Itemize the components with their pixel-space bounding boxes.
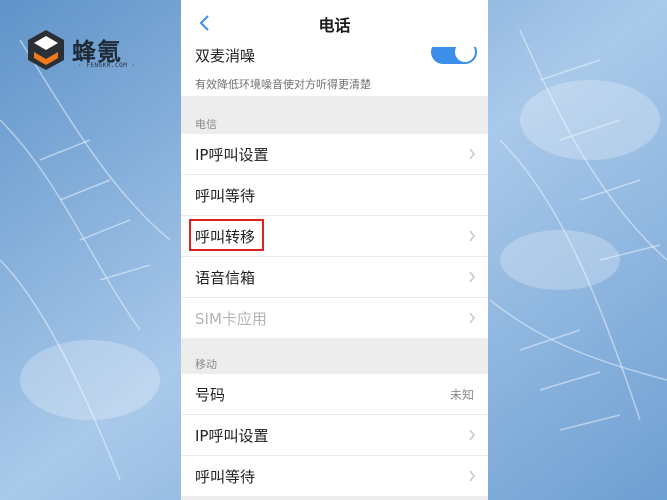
list-item-ip-call-settings[interactable]: IP呼叫设置 xyxy=(181,134,488,175)
page-title-overlay: 电话 xyxy=(318,16,351,35)
mobile-card: 号码 未知 IP呼叫设置 呼叫等待 xyxy=(181,374,488,497)
dual-mic-description: 有效降低环境噪音使对方听得更清楚 xyxy=(195,78,371,91)
section-label-mobile: 移动 xyxy=(195,358,217,371)
dual-mic-label: 双麦消噪 xyxy=(195,47,256,65)
chevron-right-icon xyxy=(469,312,475,324)
list-item-call-waiting-mobile[interactable]: 呼叫等待 xyxy=(181,456,488,497)
row-label: 呼叫等待 xyxy=(195,187,256,205)
chevron-right-icon xyxy=(469,148,475,160)
list-item-call-waiting[interactable]: 呼叫等待 xyxy=(181,175,488,216)
row-value: 未知 xyxy=(449,388,474,402)
list-item-call-forwarding[interactable]: 呼叫转移 xyxy=(181,216,488,257)
row-label: SIM卡应用 xyxy=(195,310,267,328)
chevron-right-icon xyxy=(469,470,475,482)
row-label: IP呼叫设置 xyxy=(195,427,269,445)
row-label: 呼叫转移 xyxy=(195,228,256,246)
chevron-right-icon xyxy=(469,271,475,283)
list-item-ip-call-settings-mobile[interactable]: IP呼叫设置 xyxy=(181,415,488,456)
list-item-voicemail[interactable]: 语音信箱 xyxy=(181,257,488,298)
brand-logo-icon xyxy=(28,30,64,70)
brand-logo: 蜂氪 · FENGKR.COM · xyxy=(26,28,146,76)
phone-settings-screen: 电话 双麦消噪 有效降低环境噪音使对方听得更清楚 电话 电信 IP呼叫设置 呼叫… xyxy=(181,0,488,500)
row-label: IP呼叫设置 xyxy=(195,146,269,164)
row-label: 语音信箱 xyxy=(195,269,256,287)
chevron-right-icon xyxy=(469,429,475,441)
list-item-sim-apps[interactable]: SIM卡应用 xyxy=(181,298,488,338)
row-label: 呼叫等待 xyxy=(195,468,256,486)
brand-subtitle: · FENGKR.COM · xyxy=(78,62,136,69)
chevron-right-icon xyxy=(469,230,475,242)
top-bar-overlay: 电话 xyxy=(181,0,488,47)
list-item-number[interactable]: 号码 未知 xyxy=(181,374,488,415)
row-label: 号码 xyxy=(195,386,226,404)
telecom-card: IP呼叫设置 呼叫等待 呼叫转移 语音信箱 SIM卡应用 xyxy=(181,134,488,338)
section-label-telecom: 电信 xyxy=(195,118,217,131)
